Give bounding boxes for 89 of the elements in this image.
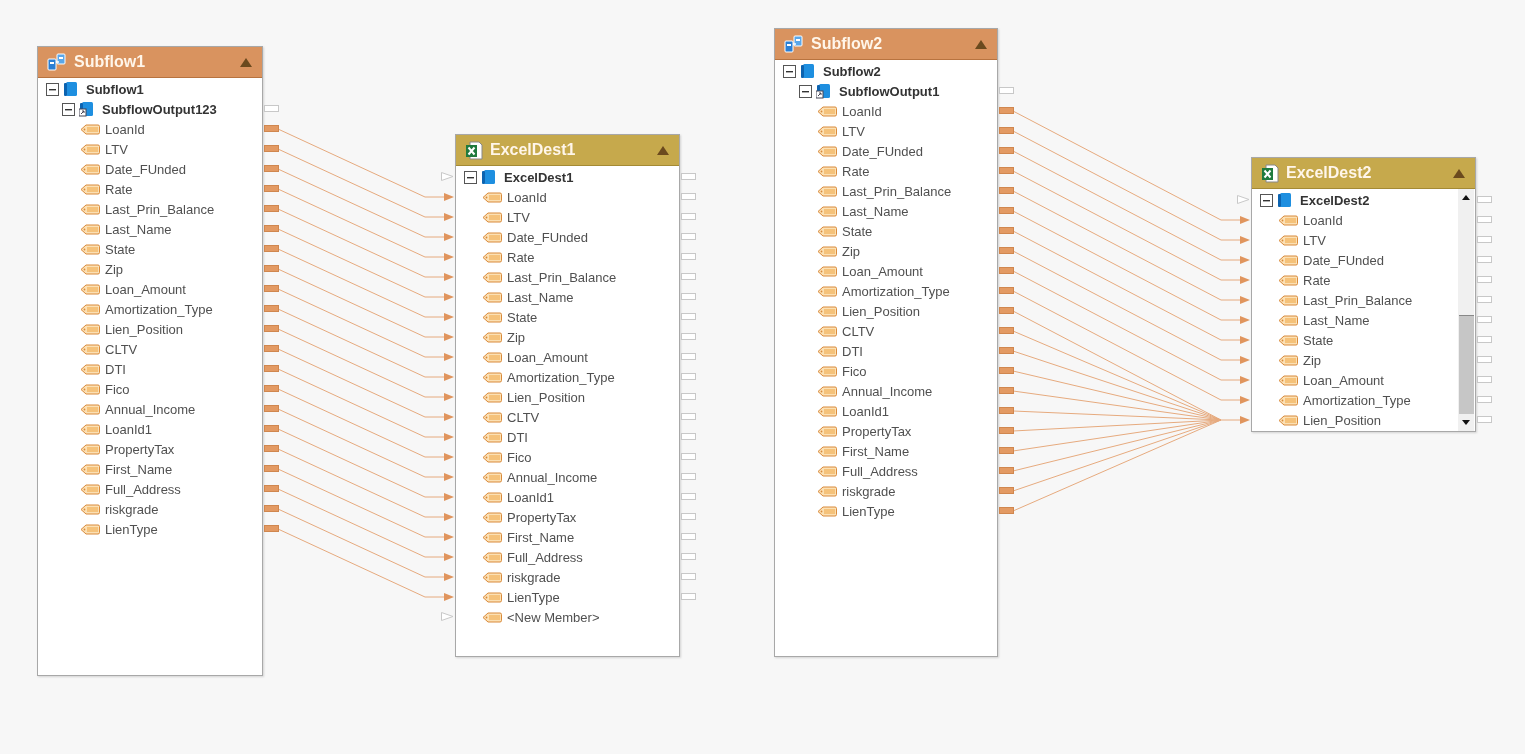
field-label: Annual_Income xyxy=(507,470,598,484)
field-label: CLTV xyxy=(842,324,875,338)
field-label: Lien_Position xyxy=(105,322,184,336)
field-label: Date_FUnded xyxy=(105,162,186,176)
field-label: State xyxy=(842,224,873,238)
field-label: Last_Prin_Balance xyxy=(507,270,617,284)
field-label: Zip xyxy=(842,244,861,258)
field-label: State xyxy=(1303,333,1334,347)
field-label: PropertyTax xyxy=(507,510,577,524)
field-label: LienType xyxy=(507,590,560,604)
node-header[interactable]: Subflow2 xyxy=(775,29,997,60)
tree-node-label: Subflow2 xyxy=(823,64,881,78)
node-header[interactable]: ExcelDest2 xyxy=(1252,158,1475,189)
field-label: LoanId xyxy=(105,122,145,136)
field-label: Loan_Amount xyxy=(105,282,186,296)
field-label: First_Name xyxy=(842,444,910,458)
field-label: Rate xyxy=(507,250,535,264)
field-label: State xyxy=(105,242,136,256)
field-label: LTV xyxy=(105,142,128,156)
field-label: Full_Address xyxy=(842,464,918,478)
field-label: Amortization_Type xyxy=(842,284,950,298)
field-label: Rate xyxy=(1303,273,1331,287)
field-label: LoanId1 xyxy=(842,404,889,418)
field-label: CLTV xyxy=(105,342,138,356)
field-label: Lien_Position xyxy=(842,304,921,318)
field-label: riskgrade xyxy=(842,484,896,498)
field-label: Date_FUnded xyxy=(1303,253,1384,267)
tree-node-label: SubflowOutput1 xyxy=(839,84,940,98)
field-label: First_Name xyxy=(105,462,173,476)
field-label: riskgrade xyxy=(507,570,561,584)
field-label: Full_Address xyxy=(507,550,583,564)
field-label: Amortization_Type xyxy=(1303,393,1411,407)
field-label: Date_FUnded xyxy=(507,230,588,244)
field-label: riskgrade xyxy=(105,502,159,516)
field-label: Date_FUnded xyxy=(842,144,923,158)
field-label: First_Name xyxy=(507,530,575,544)
field-label: Amortization_Type xyxy=(507,370,615,384)
node-title: ExcelDest2 xyxy=(1286,163,1372,183)
field-label: Rate xyxy=(105,182,133,196)
field-label: Last_Name xyxy=(842,204,909,218)
field-label: Fico xyxy=(507,450,532,464)
node-title: ExcelDest1 xyxy=(490,140,576,160)
node-title: Subflow2 xyxy=(811,34,883,54)
tree-node-label: ExcelDest1 xyxy=(504,170,574,184)
field-label: Last_Prin_Balance xyxy=(842,184,952,198)
field-label: Full_Address xyxy=(105,482,181,496)
field-label: Zip xyxy=(1303,353,1322,367)
field-label: CLTV xyxy=(507,410,540,424)
field-label: LienType xyxy=(105,522,158,536)
field-label: PropertyTax xyxy=(105,442,175,456)
tree-node-label: SubflowOutput123 xyxy=(102,102,217,116)
field-label: Zip xyxy=(105,262,124,276)
node-title: Subflow1 xyxy=(74,52,146,72)
field-label: Last_Prin_Balance xyxy=(105,202,215,216)
field-label: Loan_Amount xyxy=(507,350,588,364)
field-label: Annual_Income xyxy=(105,402,196,416)
field-label: Lien_Position xyxy=(507,390,586,404)
field-label: DTI xyxy=(105,362,126,376)
tree-node-label: Subflow1 xyxy=(86,82,144,96)
field-label: LoanId xyxy=(842,104,882,118)
node-header[interactable]: ExcelDest1 xyxy=(456,135,679,166)
field-label: Fico xyxy=(105,382,130,396)
field-label: LienType xyxy=(842,504,895,518)
field-label: LoanId1 xyxy=(105,422,152,436)
field-label: Loan_Amount xyxy=(1303,373,1384,387)
field-label: Fico xyxy=(842,364,867,378)
field-label: DTI xyxy=(507,430,528,444)
field-label: LoanId xyxy=(507,190,547,204)
field-label: Annual_Income xyxy=(842,384,933,398)
field-label: LoanId1 xyxy=(507,490,554,504)
field-label: LTV xyxy=(507,210,530,224)
node-header[interactable]: Subflow1 xyxy=(38,47,262,78)
field-label: PropertyTax xyxy=(842,424,912,438)
field-label: LTV xyxy=(1303,233,1326,247)
field-label: Last_Name xyxy=(1303,313,1370,327)
tree-node-label: ExcelDest2 xyxy=(1300,193,1370,207)
field-label: Last_Name xyxy=(507,290,574,304)
field-label: Loan_Amount xyxy=(842,264,923,278)
field-label: Amortization_Type xyxy=(105,302,213,316)
field-label: DTI xyxy=(842,344,863,358)
field-label: Lien_Position xyxy=(1303,413,1382,427)
field-label: State xyxy=(507,310,538,324)
field-label: Rate xyxy=(842,164,870,178)
field-label: Zip xyxy=(507,330,526,344)
field-label: LTV xyxy=(842,124,865,138)
field-label: Last_Prin_Balance xyxy=(1303,293,1413,307)
new-member-label: <New Member> xyxy=(507,610,600,624)
field-label: LoanId xyxy=(1303,213,1343,227)
field-label: Last_Name xyxy=(105,222,172,236)
